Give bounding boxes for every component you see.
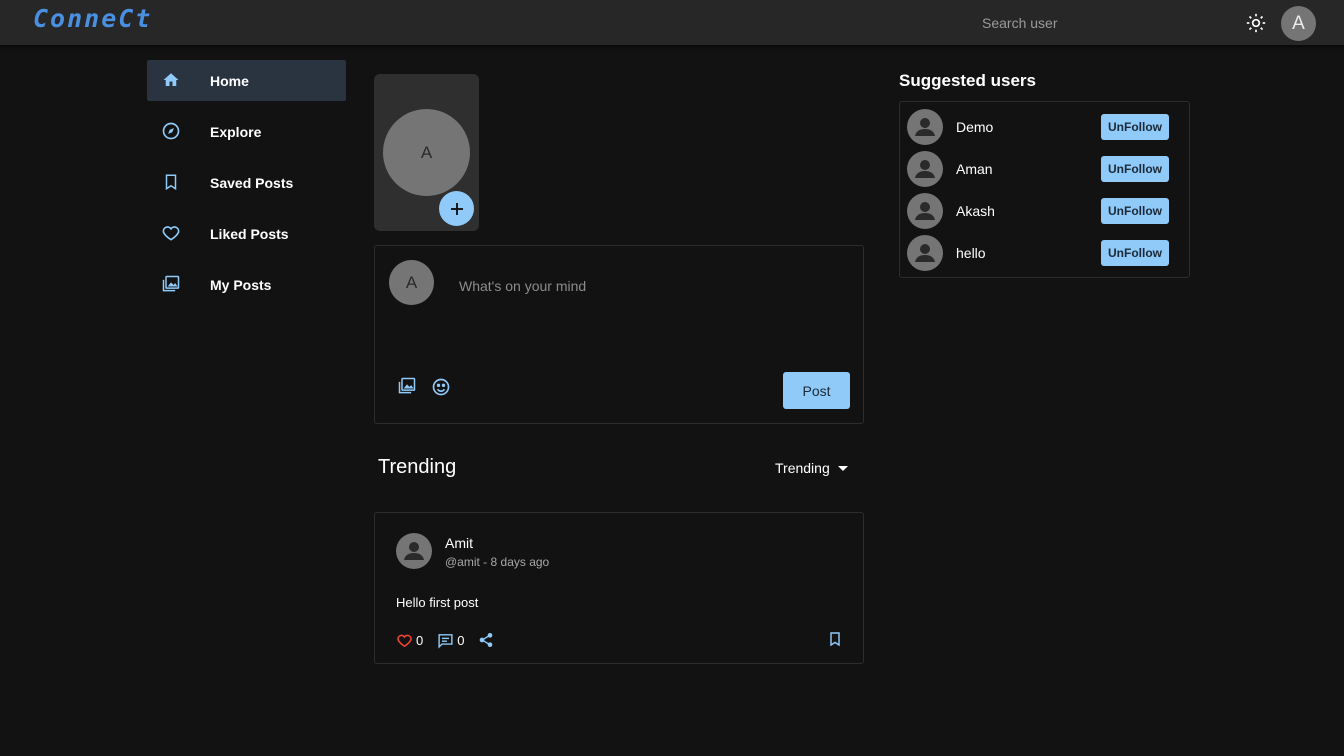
home-icon (161, 70, 181, 90)
list-item: Aman UnFollow (906, 151, 1186, 187)
sidebar-item-saved-posts[interactable]: Saved Posts (147, 162, 346, 203)
avatar[interactable] (907, 151, 943, 187)
like-button[interactable]: 0 (396, 632, 423, 649)
post-author-avatar[interactable] (396, 533, 432, 569)
user-name[interactable]: Aman (956, 161, 993, 177)
comment-count: 0 (457, 632, 465, 648)
post-card: Amit @amit - 8 days ago Hello first post… (374, 512, 864, 664)
avatar[interactable] (907, 193, 943, 229)
save-post-button[interactable] (827, 631, 843, 652)
comment-button[interactable]: 0 (437, 632, 464, 649)
theme-toggle-button[interactable] (1244, 11, 1268, 35)
post-author-name[interactable]: Amit (445, 535, 473, 551)
user-name[interactable]: Demo (956, 119, 993, 135)
compass-icon (161, 121, 181, 141)
unfollow-button[interactable]: UnFollow (1101, 240, 1169, 266)
post-button[interactable]: Post (783, 372, 850, 409)
photo-library-icon (161, 274, 181, 294)
person-icon (915, 202, 935, 220)
list-item: Akash UnFollow (906, 193, 1186, 229)
user-avatar[interactable]: A (1281, 6, 1316, 41)
add-story-button[interactable] (439, 191, 474, 226)
unfollow-button[interactable]: UnFollow (1101, 198, 1169, 224)
app-logo[interactable]: ConneCt (33, 4, 152, 33)
post-meta: @amit - 8 days ago (445, 555, 550, 569)
comment-icon (438, 633, 453, 649)
bookmark-icon (161, 172, 181, 192)
search-user-input[interactable] (982, 14, 1162, 32)
sidebar-item-liked-posts[interactable]: Liked Posts (147, 213, 346, 254)
sidebar-item-home[interactable]: Home (147, 60, 346, 101)
feed-title: Trending (378, 456, 457, 478)
unfollow-button[interactable]: UnFollow (1101, 156, 1169, 182)
emoji-button[interactable] (430, 376, 452, 398)
add-image-button[interactable] (396, 375, 418, 397)
caret-down-icon (837, 465, 848, 471)
person-icon (404, 542, 424, 560)
unfollow-button[interactable]: UnFollow (1101, 114, 1169, 140)
post-actions: 0 0 (396, 630, 508, 650)
heart-icon (397, 634, 412, 647)
list-item: Demo UnFollow (906, 109, 1186, 145)
heart-icon (161, 223, 181, 243)
plus-icon (450, 202, 463, 215)
person-icon (915, 244, 935, 262)
top-app-bar: ConneCt A (0, 0, 1344, 45)
post-text-input[interactable] (459, 276, 839, 296)
story-card[interactable]: A (374, 74, 479, 231)
sidebar-item-label: Saved Posts (210, 174, 294, 191)
user-name[interactable]: hello (956, 245, 986, 261)
sidebar-item-label: My Posts (210, 276, 272, 293)
user-name[interactable]: Akash (956, 203, 995, 219)
sun-icon (1246, 13, 1266, 33)
avatar[interactable] (907, 109, 943, 145)
sidebar-item-label: Liked Posts (210, 225, 289, 242)
image-icon (398, 377, 416, 394)
sidebar-item-label: Home (210, 72, 249, 89)
share-icon (480, 633, 493, 647)
suggested-users-list: Demo UnFollow Aman UnFollow Akash UnFoll… (899, 101, 1190, 278)
post-body: Hello first post (396, 595, 479, 610)
list-item: hello UnFollow (906, 235, 1186, 271)
bookmark-icon (830, 632, 840, 647)
person-icon (915, 160, 935, 178)
emoji-icon (432, 378, 450, 396)
story-avatar: A (383, 109, 470, 196)
like-count: 0 (416, 632, 424, 648)
sidebar-item-explore[interactable]: Explore (147, 111, 346, 152)
sidebar-item-my-posts[interactable]: My Posts (147, 264, 346, 305)
post-composer: A Post (374, 245, 864, 424)
sidebar-nav: Home Explore Saved Posts Liked Posts My … (147, 60, 346, 315)
share-button[interactable] (478, 632, 494, 648)
feed-sort-dropdown[interactable]: Trending (775, 459, 848, 477)
avatar[interactable] (907, 235, 943, 271)
feed-sort-value: Trending (775, 460, 830, 476)
sidebar-item-label: Explore (210, 123, 262, 140)
person-icon (915, 118, 935, 136)
composer-avatar: A (389, 260, 434, 305)
suggested-users-title: Suggested users (899, 71, 1036, 90)
